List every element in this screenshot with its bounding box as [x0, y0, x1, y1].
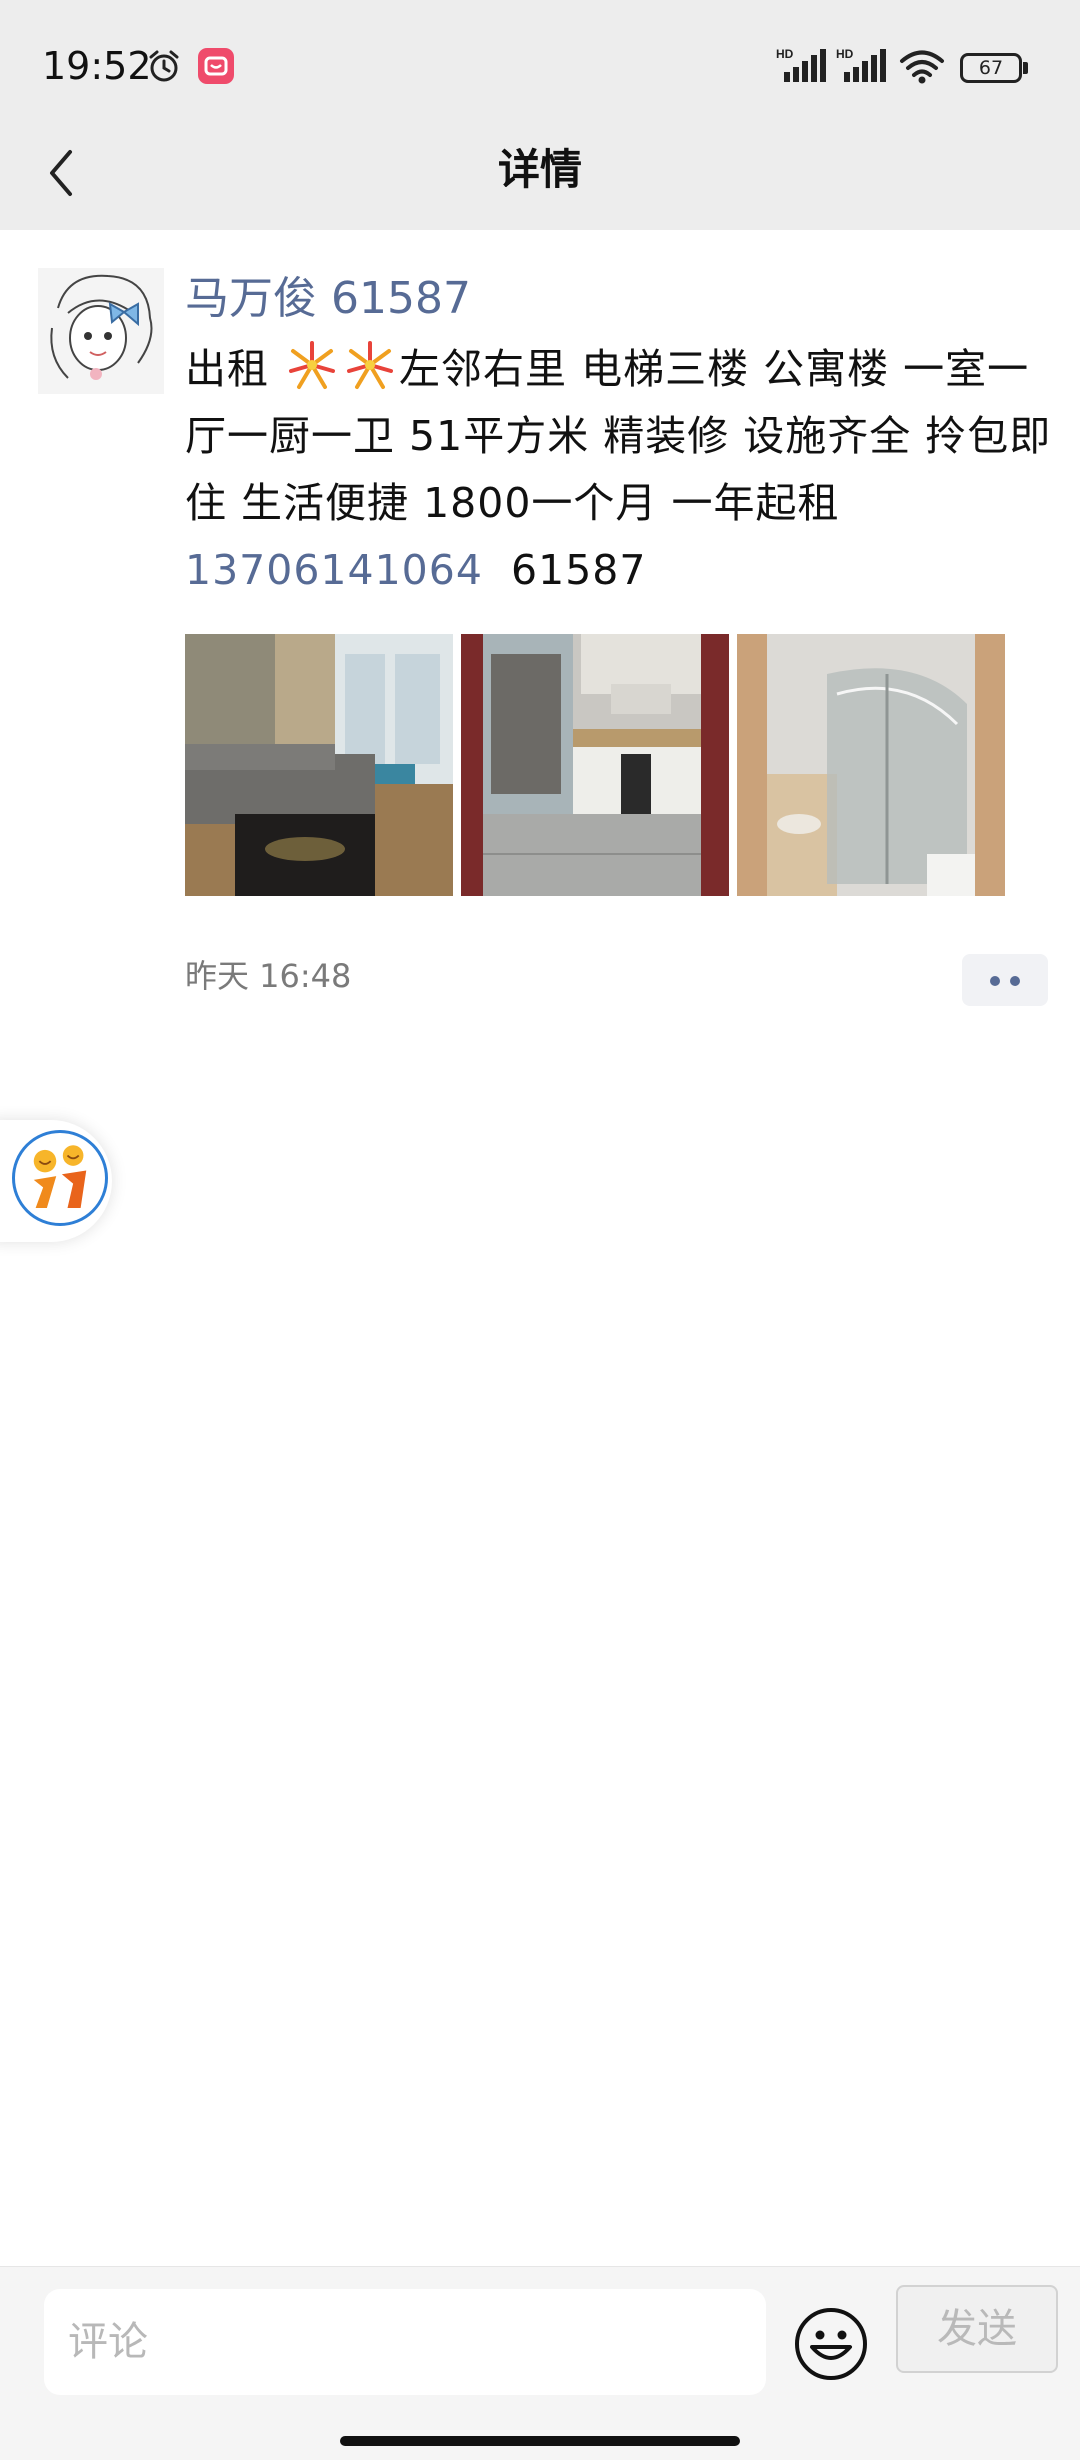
- battery-level: 67: [960, 53, 1022, 83]
- alarm-icon: [149, 50, 179, 82]
- top-area: 19:52 HD HD 67 详情: [0, 0, 1080, 230]
- avatar[interactable]: [38, 268, 164, 394]
- signal-icon: HD: [776, 47, 826, 82]
- kitchen-photo[interactable]: [461, 634, 729, 896]
- post-content-suffix: 61587: [482, 546, 647, 594]
- status-bar: 19:52 HD HD 67: [0, 0, 1080, 135]
- assistant-logo-icon: [12, 1130, 108, 1226]
- more-dot-icon: [1010, 976, 1020, 986]
- phone-link[interactable]: 13706141064: [185, 546, 483, 594]
- more-options-button[interactable]: [962, 954, 1048, 1006]
- photo-grid: [185, 634, 1005, 896]
- battery-icon: 67: [960, 53, 1028, 83]
- more-dot-icon: [990, 976, 1000, 986]
- comment-bar: 发送: [0, 2266, 1080, 2460]
- home-indicator[interactable]: [340, 2436, 740, 2446]
- status-time: 19:52: [42, 44, 152, 88]
- fireworks-icon: [347, 341, 394, 389]
- post-time: 昨天 16:48: [185, 957, 352, 995]
- post-content: 出租 左邻右里 电梯三楼 公寓楼 一室一厅一厨一卫 51平方米 精装修 设施齐全…: [185, 336, 1055, 604]
- post-username[interactable]: 马万俊 61587: [185, 268, 471, 330]
- app-notification-icon: [198, 48, 234, 84]
- wifi-icon: [900, 50, 944, 84]
- signal-hd-label: HD: [776, 47, 794, 61]
- signal-icon: HD: [836, 47, 886, 82]
- signal-hd-label: HD: [836, 47, 854, 61]
- floating-assistant-button[interactable]: [0, 1120, 112, 1242]
- fireworks-icon: [289, 341, 336, 389]
- comment-input[interactable]: [44, 2289, 766, 2395]
- page-title: 详情: [497, 145, 582, 194]
- living-room-photo[interactable]: [185, 634, 453, 896]
- emoji-icon[interactable]: [792, 2305, 870, 2383]
- post-content-prefix: 出租: [185, 345, 269, 393]
- bathroom-photo[interactable]: [737, 634, 1005, 896]
- header-bar: 详情: [0, 130, 1080, 230]
- send-button[interactable]: 发送: [896, 2285, 1058, 2373]
